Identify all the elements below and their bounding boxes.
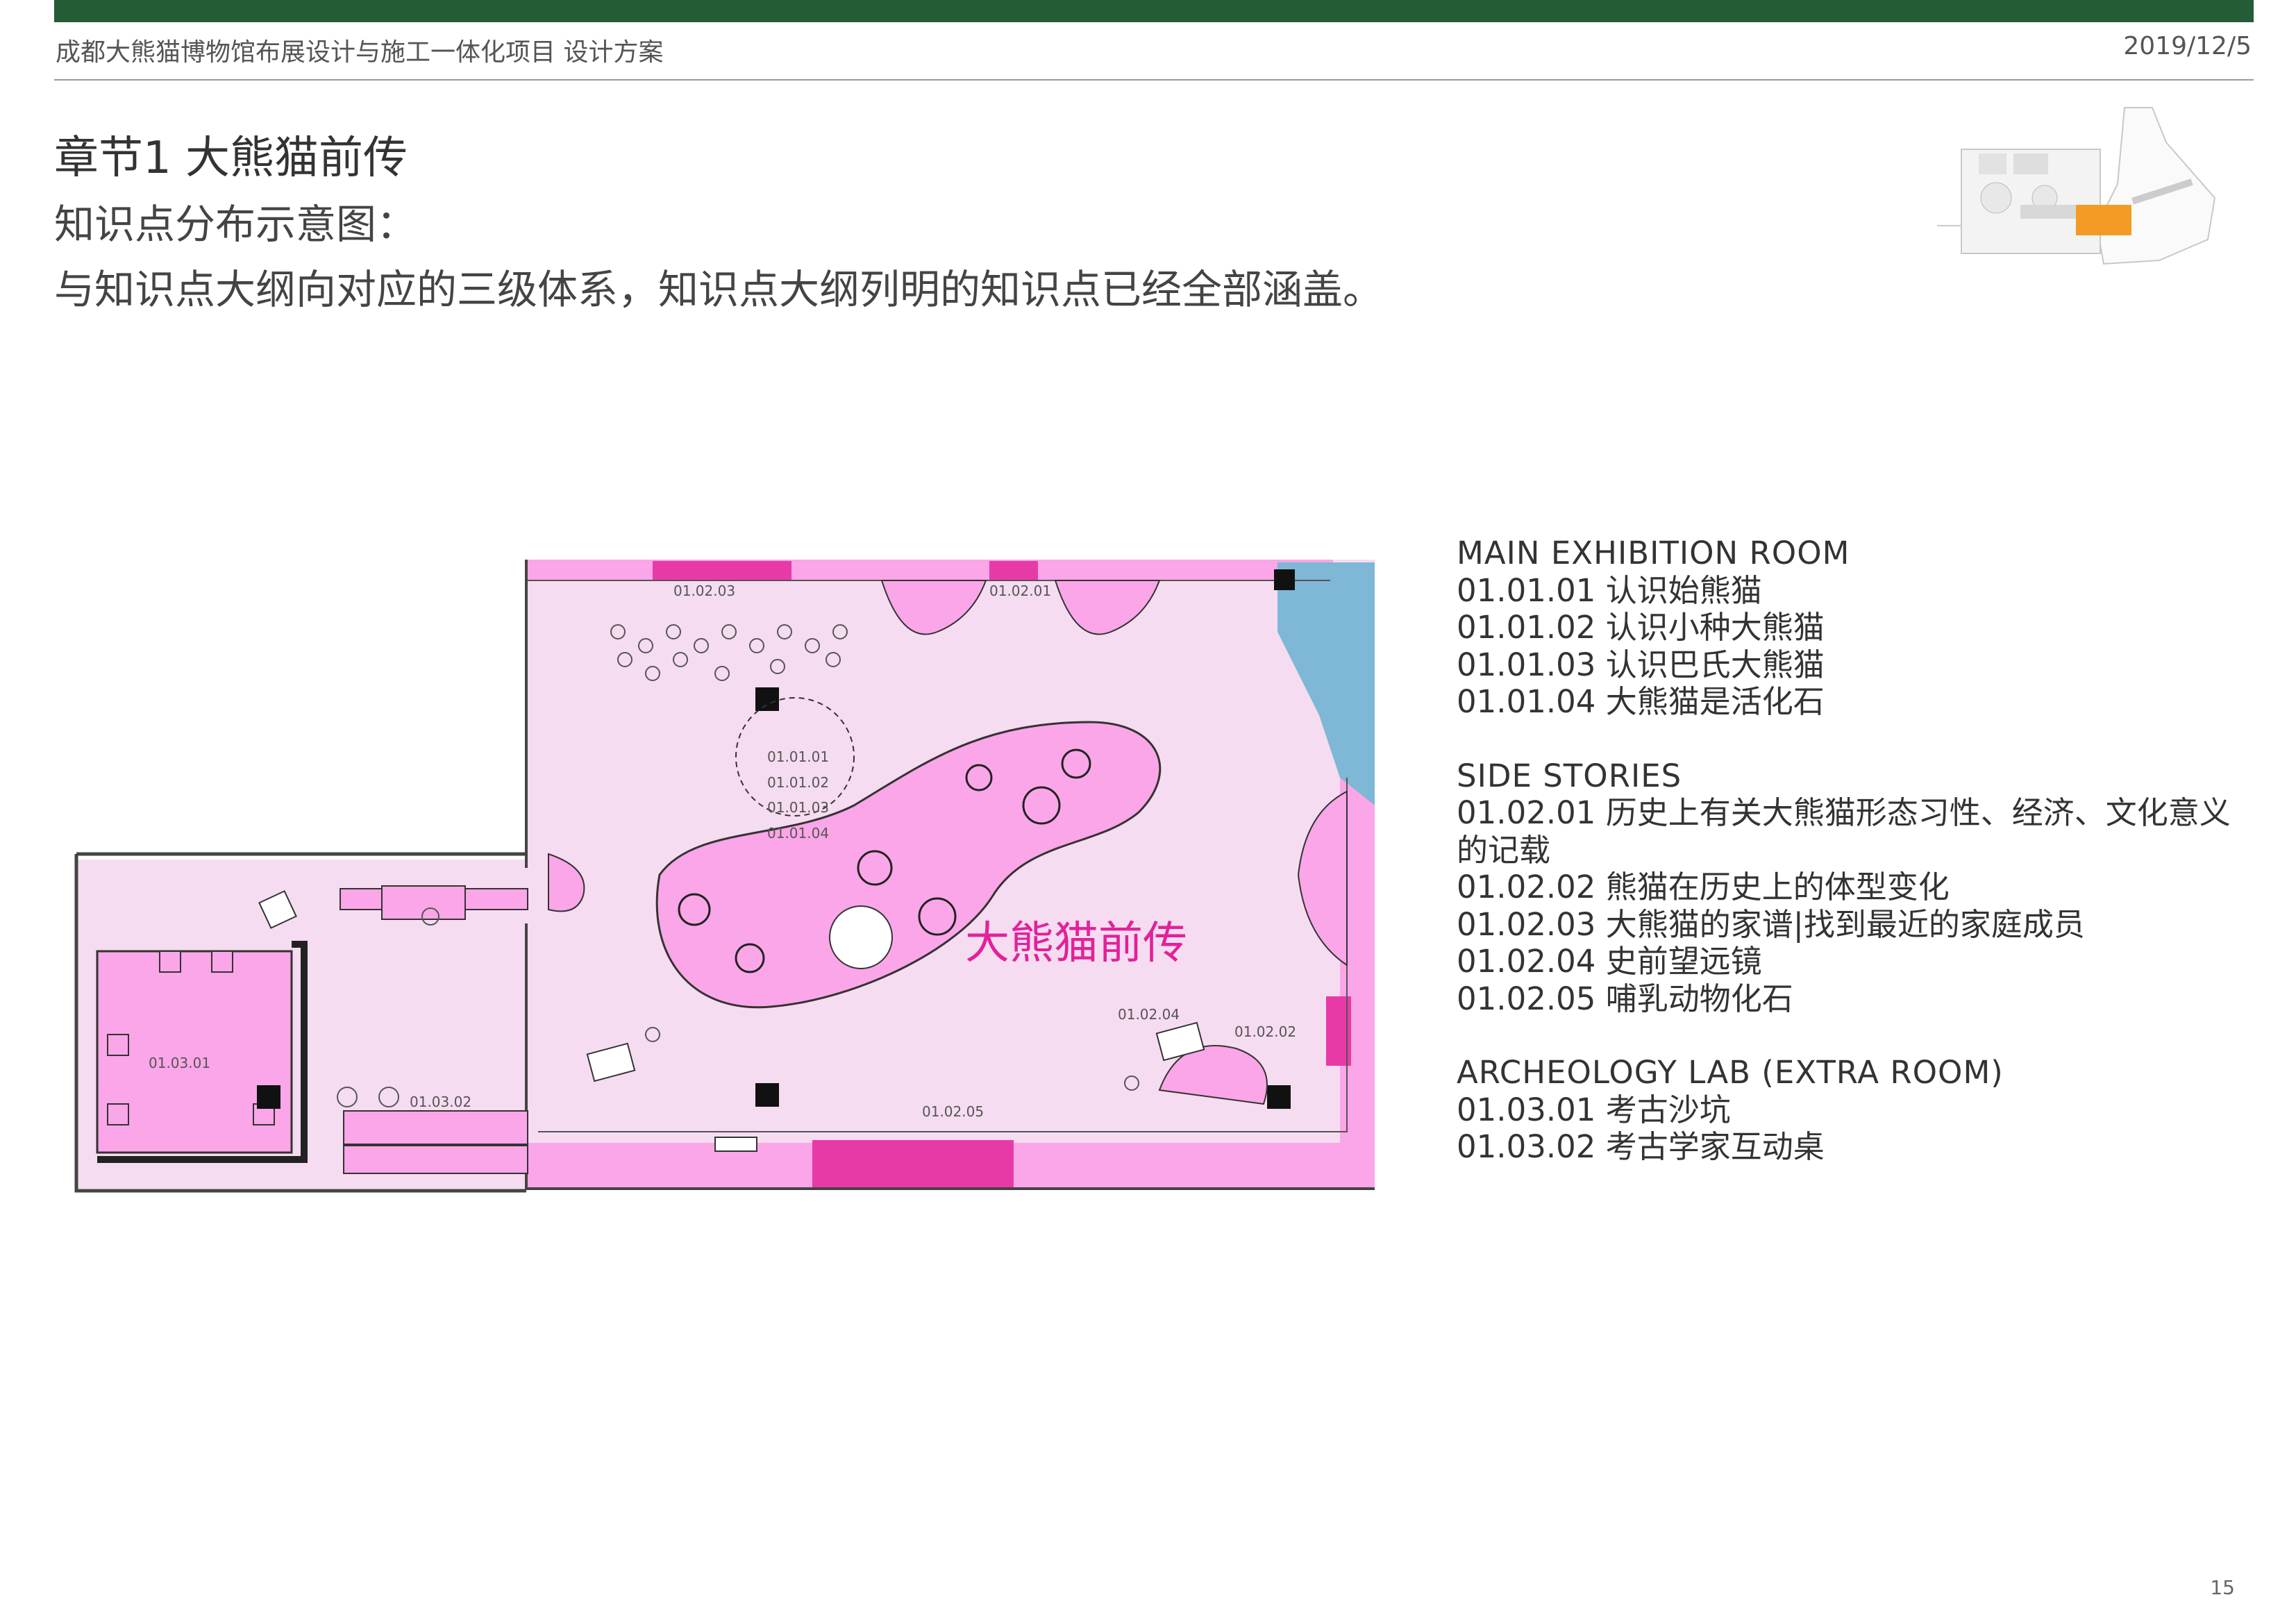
legend-heading: SIDE STORIES bbox=[1457, 757, 1682, 794]
legend-item: 01.01.01 认识始熊猫 bbox=[1457, 571, 1762, 609]
floor-plan: 大熊猫前传 01.02.03 01.02.01 01.01.01 01.01.0… bbox=[74, 560, 1375, 1193]
chapter-title: 章节1 大熊猫前传 bbox=[54, 133, 408, 184]
header-date: 2019/12/5 bbox=[2123, 32, 2252, 60]
top-accent-bar bbox=[54, 0, 2254, 22]
legend-item: 01.02.05 哺乳动物化石 bbox=[1457, 980, 1793, 1017]
knowledge-point-legend: MAIN EXHIBITION ROOM 01.01.01 认识始熊猫 01.0… bbox=[1457, 535, 2241, 1166]
legend-heading: MAIN EXHIBITION ROOM bbox=[1457, 535, 1850, 571]
legend-section-side-stories: SIDE STORIES 01.02.01 历史上有关大熊猫形态习性、经济、文化… bbox=[1457, 757, 2241, 1018]
key-plan-thumbnail bbox=[1937, 107, 2216, 265]
label-01-01-03: 01.01.03 bbox=[767, 799, 829, 816]
page-number: 15 bbox=[2210, 1576, 2235, 1599]
label-01-02-04: 01.02.04 bbox=[1118, 1006, 1180, 1023]
label-01-03-01: 01.03.01 bbox=[149, 1055, 210, 1071]
label-01-01-02: 01.01.02 bbox=[767, 774, 829, 791]
legend-item: 01.02.03 大熊猫的家谱|找到最近的家庭成员 bbox=[1457, 905, 2085, 943]
label-01-02-02: 01.02.02 bbox=[1234, 1023, 1296, 1040]
legend-section-main: MAIN EXHIBITION ROOM 01.01.01 认识始熊猫 01.0… bbox=[1457, 535, 2241, 721]
legend-item: 01.02.01 历史上有关大熊猫形态习性、经济、文化意义的记载 bbox=[1457, 794, 2231, 869]
legend-section-archeology-lab: ARCHEOLOGY LAB (EXTRA ROOM) 01.03.01 考古沙… bbox=[1457, 1054, 2241, 1166]
label-01-01-01: 01.01.01 bbox=[767, 748, 829, 765]
label-01-01-04: 01.01.04 bbox=[767, 825, 829, 842]
header-divider bbox=[54, 79, 2254, 81]
legend-item: 01.01.03 认识巴氏大熊猫 bbox=[1457, 646, 1825, 683]
legend-item: 01.01.04 大熊猫是活化石 bbox=[1457, 683, 1825, 720]
legend-item: 01.03.01 考古沙坑 bbox=[1457, 1091, 1731, 1128]
label-01-03-02: 01.03.02 bbox=[410, 1094, 471, 1110]
description: 与知识点大纲向对应的三级体系，知识点大纲列明的知识点已经全部涵盖。 bbox=[54, 266, 1384, 313]
subtitle: 知识点分布示意图： bbox=[54, 201, 417, 248]
label-01-02-05: 01.02.05 bbox=[922, 1103, 984, 1120]
legend-item: 01.01.02 认识小种大熊猫 bbox=[1457, 609, 1825, 646]
label-01-02-01: 01.02.01 bbox=[989, 583, 1051, 599]
label-01-02-03: 01.02.03 bbox=[673, 583, 735, 599]
project-title: 成都大熊猫博物馆布展设计与施工一体化项目 设计方案 bbox=[56, 38, 664, 67]
legend-heading: ARCHEOLOGY LAB (EXTRA ROOM) bbox=[1457, 1054, 2004, 1091]
legend-item: 01.03.02 考古学家互动桌 bbox=[1457, 1128, 1825, 1165]
legend-item: 01.02.04 史前望远镜 bbox=[1457, 943, 1762, 980]
zone-title: 大熊猫前传 bbox=[965, 918, 1187, 969]
legend-item: 01.02.02 熊猫在历史上的体型变化 bbox=[1457, 869, 1950, 905]
